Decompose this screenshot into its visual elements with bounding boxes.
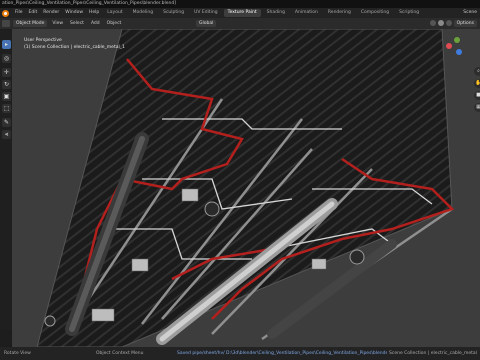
cursor-tool-icon[interactable]: ◎ [2, 54, 11, 63]
options-button[interactable]: Options [453, 20, 477, 27]
top-menu-bar: File Edit Render Window Help Layout Mode… [0, 8, 480, 18]
window-title: ation_Pipes\Ceiling_Ventilation_Pipes\Ce… [2, 1, 176, 6]
menu-window[interactable]: Window [62, 8, 86, 18]
pan-view-icon[interactable]: ✋ [474, 79, 480, 88]
transform-orientation-select[interactable]: Global [196, 20, 217, 27]
menu-select[interactable]: Select [68, 21, 86, 26]
tab-layout[interactable]: Layout [103, 9, 126, 17]
object-mode-select[interactable]: Object Mode [13, 20, 48, 27]
status-context-menu: Object Context Menu [96, 351, 144, 356]
tab-shading[interactable]: Shading [263, 9, 289, 17]
status-scene-info: Scene Collection | electric_cable_metal_… [389, 351, 477, 356]
rotate-tool-icon[interactable]: ↻ [2, 80, 11, 89]
menu-view[interactable]: View [50, 21, 65, 26]
menu-render[interactable]: Render [40, 8, 62, 18]
scale-tool-icon[interactable]: ▣ [2, 92, 11, 101]
zoom-view-icon[interactable]: ⌕ [474, 67, 480, 76]
viewport-header: Object Mode View Select Add Object Globa… [0, 18, 480, 29]
select-tool-icon[interactable]: ▸ [2, 40, 11, 49]
tab-modeling[interactable]: Modeling [129, 9, 157, 17]
scene-render [36, 29, 455, 347]
menu-file[interactable]: File [12, 8, 26, 18]
menu-object[interactable]: Object [105, 21, 124, 26]
menu-help[interactable]: Help [86, 8, 102, 18]
perspective-toggle-icon[interactable]: ▦ [474, 103, 480, 112]
tab-sculpting[interactable]: Sculpting [159, 9, 188, 17]
viewport-collection-label: (1) Scene Collection | electric_cable_me… [24, 45, 125, 50]
material-shading-icon[interactable] [446, 20, 452, 26]
editor-type-icon[interactable] [2, 20, 10, 27]
3d-viewport[interactable]: ⌕ ✋ ■ ▦ [12, 29, 480, 347]
status-bar: Rotate View Object Context Menu Saved pi… [0, 347, 480, 360]
tab-scripting[interactable]: Scripting [395, 9, 423, 17]
tool-shelf: ▸ ◎ ✛ ↻ ▣ ⬚ ✎ ⪡ [0, 30, 12, 330]
tab-uv-editing[interactable]: UV Editing [190, 9, 221, 17]
tab-rendering[interactable]: Rendering [324, 9, 355, 17]
tab-texture-paint[interactable]: Texture Paint [223, 9, 261, 17]
gizmo-y-axis-icon[interactable] [454, 37, 460, 43]
blender-logo-icon[interactable] [2, 9, 9, 17]
viewport-perspective-label: User Perspective [24, 38, 62, 43]
menu-add[interactable]: Add [89, 21, 102, 26]
wireframe-shading-icon[interactable] [430, 20, 436, 26]
measure-tool-icon[interactable]: ⪡ [2, 130, 11, 139]
gizmo-x-axis-icon[interactable] [446, 43, 452, 49]
window-title-bar: ation_Pipes\Ceiling_Ventilation_Pipes\Ce… [0, 0, 480, 8]
transform-tool-icon[interactable]: ⬚ [2, 104, 11, 113]
status-message: Saved pipe/sheet/hv/ D:\3d\blender\Ceili… [177, 351, 387, 356]
solid-shading-icon[interactable] [438, 20, 444, 26]
annotate-tool-icon[interactable]: ✎ [2, 118, 11, 127]
tab-animation[interactable]: Animation [291, 9, 322, 17]
menu-edit[interactable]: Edit [26, 8, 41, 18]
scene-selector[interactable]: Scene [463, 8, 477, 18]
camera-view-icon[interactable]: ■ [474, 91, 480, 100]
move-tool-icon[interactable]: ✛ [2, 68, 11, 77]
status-rotate-view: Rotate View [4, 351, 31, 356]
gizmo-z-axis-icon[interactable] [456, 49, 462, 55]
tab-compositing[interactable]: Compositing [357, 9, 393, 17]
